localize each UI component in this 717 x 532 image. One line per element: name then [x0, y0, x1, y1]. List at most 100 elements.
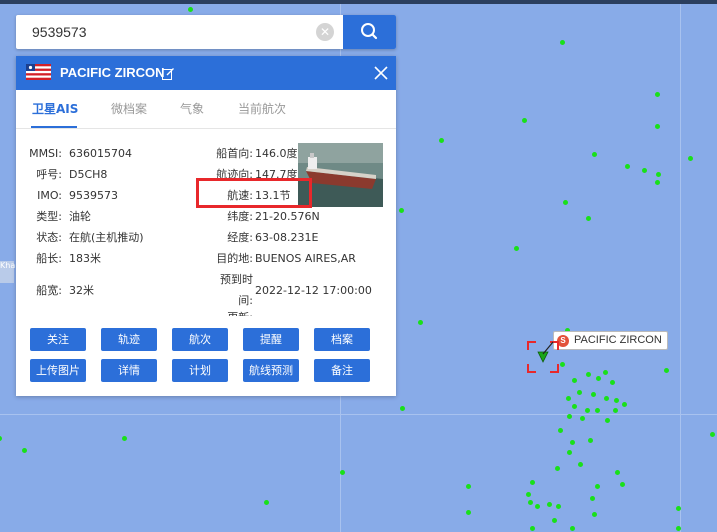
archive-button[interactable]: 档案 [314, 328, 370, 351]
route-forecast-button[interactable]: 航线预测 [243, 359, 299, 382]
vessel-dot[interactable] [710, 432, 715, 437]
vessel-dot[interactable] [22, 448, 27, 453]
vessel-dot[interactable] [615, 470, 620, 475]
vessel-dot[interactable] [466, 484, 471, 489]
vessel-dot[interactable] [613, 408, 618, 413]
vessel-dot[interactable] [552, 518, 557, 523]
vessel-dot[interactable] [655, 124, 660, 129]
vessel-dot[interactable] [664, 368, 669, 373]
map-place-label: Khar [0, 261, 19, 283]
vessel-dot[interactable] [588, 438, 593, 443]
vessel-dot[interactable] [570, 440, 575, 445]
tab-satellite-ais[interactable]: 卫星AIS [32, 90, 78, 128]
updated-label: 更新: [227, 311, 253, 316]
search-input[interactable] [16, 15, 332, 49]
vessel-dot[interactable] [591, 392, 596, 397]
vessel-dot[interactable] [572, 404, 577, 409]
vessel-dot[interactable] [340, 470, 345, 475]
vessel-dot[interactable] [605, 418, 610, 423]
length-value: 183米 [69, 252, 101, 265]
vessel-dot[interactable] [592, 152, 597, 157]
details-button[interactable]: 详情 [101, 359, 157, 382]
type-value: 油轮 [69, 210, 91, 223]
vessel-dot[interactable] [610, 380, 615, 385]
vessel-dot[interactable] [528, 500, 533, 505]
destination-value: BUENOS AIRES,AR [255, 252, 356, 265]
vessel-dot[interactable] [122, 436, 127, 441]
vessel-dot[interactable] [555, 466, 560, 471]
vessel-dot[interactable] [595, 484, 600, 489]
vessel-dot[interactable] [0, 436, 2, 441]
vessel-dot[interactable] [530, 480, 535, 485]
vessel-dot[interactable] [656, 172, 661, 177]
vessel-dot[interactable] [620, 482, 625, 487]
vessel-dot[interactable] [563, 200, 568, 205]
vessel-dot[interactable] [535, 504, 540, 509]
vessel-dot[interactable] [264, 500, 269, 505]
vessel-map-label[interactable]: S PACIFIC ZIRCON [553, 331, 668, 350]
reminder-button[interactable]: 提醒 [243, 328, 299, 351]
vessel-dot[interactable] [586, 372, 591, 377]
tab-micro-archive[interactable]: 微档案 [111, 90, 147, 128]
vessel-dot[interactable] [688, 156, 693, 161]
tab-current-voyage[interactable]: 当前航次 [238, 90, 286, 128]
vessel-dot[interactable] [655, 92, 660, 97]
vessel-dot[interactable] [655, 180, 660, 185]
vessel-dot[interactable] [590, 496, 595, 501]
track-button[interactable]: 轨迹 [101, 328, 157, 351]
vessel-dot[interactable] [580, 416, 585, 421]
vessel-dot[interactable] [560, 362, 565, 367]
vessel-dot[interactable] [522, 118, 527, 123]
latitude-value: 21-20.576N [255, 210, 320, 223]
vessel-dot[interactable] [676, 526, 681, 531]
vessel-dot[interactable] [400, 406, 405, 411]
close-icon[interactable] [373, 65, 389, 81]
vessel-dot[interactable] [530, 526, 535, 531]
vessel-dot[interactable] [603, 370, 608, 375]
vessel-dot[interactable] [585, 408, 590, 413]
vessel-dot[interactable] [592, 512, 597, 517]
vessel-dot[interactable] [526, 492, 531, 497]
vessel-dot[interactable] [566, 396, 571, 401]
voyage-button[interactable]: 航次 [172, 328, 228, 351]
vessel-dot[interactable] [514, 246, 519, 251]
vessel-dot[interactable] [556, 504, 561, 509]
vessel-dot[interactable] [676, 506, 681, 511]
vessel-dot[interactable] [439, 138, 444, 143]
vessel-dot[interactable] [577, 390, 582, 395]
notes-button[interactable]: 备注 [314, 359, 370, 382]
vessel-dot[interactable] [547, 502, 552, 507]
vessel-dot[interactable] [570, 526, 575, 531]
type-label: 类型: [36, 210, 62, 223]
vessel-dot[interactable] [567, 450, 572, 455]
vessel-dot[interactable] [586, 216, 591, 221]
tab-weather[interactable]: 气象 [180, 90, 204, 128]
vessel-dot[interactable] [558, 428, 563, 433]
vessel-dot[interactable] [596, 376, 601, 381]
follow-button[interactable]: 关注 [30, 328, 86, 351]
clear-icon[interactable]: ✕ [316, 23, 334, 41]
vessel-dot[interactable] [572, 378, 577, 383]
edit-icon[interactable] [162, 68, 174, 80]
vessel-dot[interactable] [595, 408, 600, 413]
ship-name: PACIFIC ZIRCON [60, 65, 165, 80]
vessel-dot[interactable] [418, 320, 423, 325]
vessel-dot[interactable] [578, 462, 583, 467]
vessel-dot[interactable] [622, 402, 627, 407]
vessel-dot[interactable] [466, 510, 471, 515]
vessel-dot[interactable] [642, 168, 647, 173]
vessel-dot[interactable] [625, 164, 630, 169]
vessel-dot[interactable] [188, 7, 193, 12]
vessel-dot[interactable] [399, 208, 404, 213]
mmsi-value: 636015704 [69, 147, 132, 160]
selected-vessel-marker-icon[interactable] [526, 340, 560, 374]
grid-line [680, 4, 681, 532]
vessel-dot[interactable] [614, 398, 619, 403]
upload-photo-button[interactable]: 上传图片 [30, 359, 86, 382]
search-button[interactable] [343, 15, 396, 49]
vessel-dot[interactable] [567, 414, 572, 419]
status-label: 状态: [36, 231, 62, 244]
plan-button[interactable]: 计划 [172, 359, 228, 382]
vessel-dot[interactable] [604, 396, 609, 401]
vessel-dot[interactable] [560, 40, 565, 45]
